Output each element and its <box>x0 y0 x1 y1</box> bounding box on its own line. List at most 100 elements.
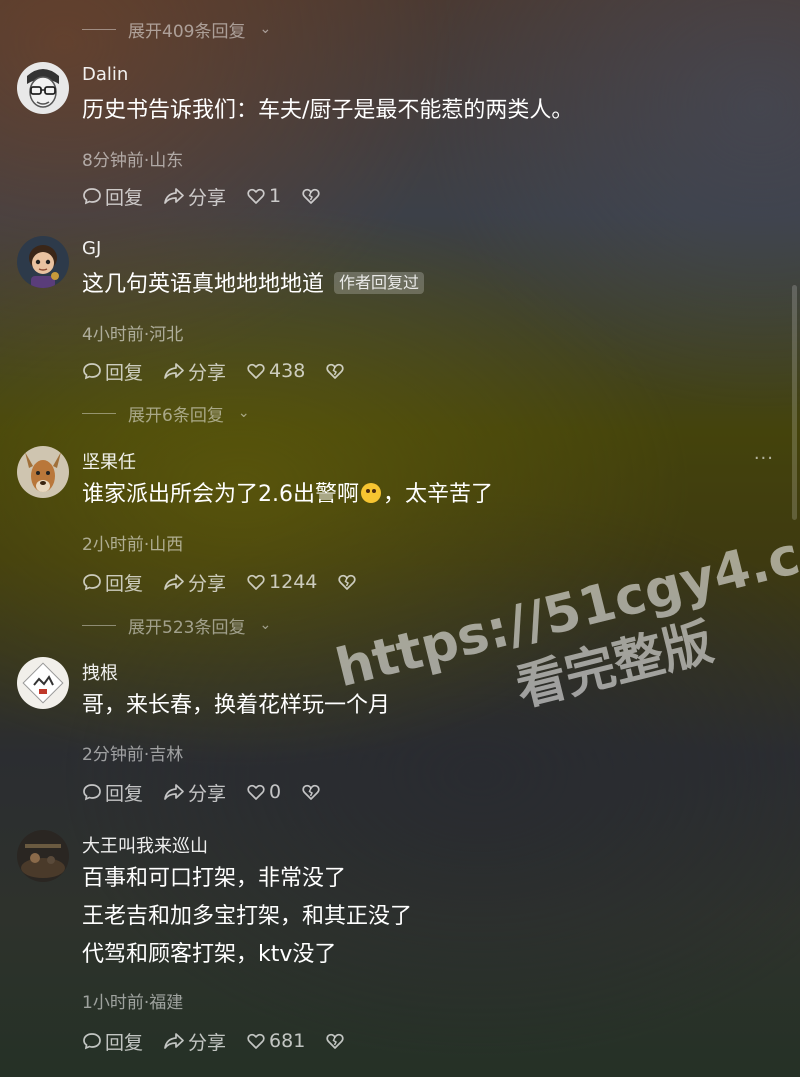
dislike-button[interactable] <box>325 1031 345 1051</box>
scrollbar[interactable] <box>792 285 797 520</box>
avatar-image <box>17 236 69 288</box>
comment-bubble-icon <box>83 363 101 380</box>
dislike-button[interactable] <box>301 782 321 802</box>
comment-text: 谁家派出所会为了2.6出警啊 ，太辛苦了 <box>82 476 493 514</box>
like-count: 1244 <box>269 571 318 593</box>
avatar-image <box>17 446 69 498</box>
comment-actions: 回复 分享 1 <box>82 183 341 209</box>
reply-label: 回复 <box>105 361 144 384</box>
like-button[interactable]: 1 <box>246 185 281 207</box>
heart-outline-icon <box>247 1033 265 1049</box>
author-replied-badge: 作者回复过 <box>334 272 425 294</box>
avatar[interactable] <box>17 236 69 288</box>
comment-meta: 4小时前·河北 <box>82 325 184 345</box>
share-label: 分享 <box>188 361 227 384</box>
avatar[interactable] <box>17 446 69 498</box>
divider-line <box>82 412 116 414</box>
reply-label: 回复 <box>105 572 144 595</box>
avatar-image <box>17 62 69 114</box>
reply-button[interactable]: 回复 <box>82 779 143 806</box>
expand-replies-label: 展开6条回复 <box>128 405 224 426</box>
reply-button[interactable]: 回复 <box>82 569 143 596</box>
comment-bubble-icon <box>83 574 101 591</box>
comment-actions: 回复 分享 1244 <box>82 569 377 595</box>
comment-username[interactable]: 拽根 <box>82 659 118 685</box>
comment-username[interactable]: 坚果任 <box>82 448 136 474</box>
comment-text-line: 王老吉和加多宝打架，和其正没了 <box>82 904 413 929</box>
share-label: 分享 <box>188 186 227 209</box>
like-count: 681 <box>269 1030 306 1052</box>
share-button[interactable]: 分享 <box>163 183 226 210</box>
like-button[interactable]: 438 <box>246 360 305 382</box>
comment-actions: 回复 分享 681 <box>82 1028 365 1054</box>
like-button[interactable]: 0 <box>246 781 281 803</box>
comment-text-line: 代驾和顾客打架，ktv没了 <box>82 942 337 967</box>
like-count: 438 <box>269 360 306 382</box>
like-count: 0 <box>269 781 282 803</box>
comment-username[interactable]: GJ <box>82 238 101 259</box>
share-arrow-icon <box>164 784 184 800</box>
comment-meta: 2分钟前·吉林 <box>82 745 184 765</box>
comment-actions: 回复 分享 0 <box>82 779 341 805</box>
reply-button[interactable]: 回复 <box>82 183 143 210</box>
avatar-image <box>17 657 69 709</box>
expand-replies-row[interactable]: 展开523条回复 ⌄ <box>82 613 272 638</box>
heart-outline-icon <box>247 188 265 204</box>
comment-actions: 回复 分享 438 <box>82 358 365 384</box>
heart-outline-icon <box>247 574 265 590</box>
comment-item: Dalin 历史书告诉我们：车夫/厨子是最不能惹的两类人。 8分钟前·山东 回复… <box>0 62 800 222</box>
reply-button[interactable]: 回复 <box>82 358 143 385</box>
comment-text-part: ，太辛苦了 <box>383 482 494 507</box>
like-button[interactable]: 1244 <box>246 571 317 593</box>
share-button[interactable]: 分享 <box>163 779 226 806</box>
more-dots-icon[interactable]: ··· <box>754 448 774 469</box>
comment-username[interactable]: 大王叫我来巡山 <box>82 832 208 858</box>
reply-button[interactable]: 回复 <box>82 1028 143 1055</box>
comment-text: 历史书告诉我们：车夫/厨子是最不能惹的两类人。 <box>82 92 573 130</box>
broken-heart-icon <box>302 188 320 204</box>
avatar[interactable] <box>17 657 69 709</box>
reply-label: 回复 <box>105 782 144 805</box>
dislike-button[interactable] <box>301 186 321 206</box>
share-arrow-icon <box>164 363 184 379</box>
comment-bubble-icon <box>83 1033 101 1050</box>
like-button[interactable]: 681 <box>246 1030 305 1052</box>
emoji-icon <box>361 483 381 503</box>
comment-bubble-icon <box>83 784 101 801</box>
heart-outline-icon <box>247 363 265 379</box>
share-label: 分享 <box>188 1031 227 1054</box>
dislike-button[interactable] <box>325 361 345 381</box>
comment-text-line: 历史书告诉我们：车夫/厨子是最不能惹的两类人。 <box>82 98 574 123</box>
comment-meta: 1小时前·福建 <box>82 993 184 1013</box>
comment-meta: 8分钟前·山东 <box>82 151 184 171</box>
broken-heart-icon <box>338 574 357 590</box>
comment-meta: 2小时前·山西 <box>82 535 184 555</box>
comment-item: 大王叫我来巡山 百事和可口打架，非常没了 王老吉和加多宝打架，和其正没了 代驾和… <box>0 830 800 1070</box>
divider-line <box>82 28 116 30</box>
avatar-image <box>17 830 69 882</box>
share-button[interactable]: 分享 <box>163 569 226 596</box>
chevron-down-icon: ⌄ <box>259 617 272 633</box>
comment-item: GJ 这几句英语真地地地地道 作者回复过 4小时前·河北 回复 分享 438 <box>0 236 800 396</box>
broken-heart-icon <box>302 784 320 800</box>
comment-text-line: 这几句英语真地地地地道 <box>82 272 325 297</box>
avatar[interactable] <box>17 62 69 114</box>
dislike-button[interactable] <box>337 572 357 592</box>
share-label: 分享 <box>188 782 227 805</box>
expand-replies-row[interactable]: 展开6条回复 ⌄ <box>82 401 250 426</box>
share-arrow-icon <box>164 574 184 590</box>
chevron-down-icon: ⌄ <box>259 21 272 37</box>
expand-replies-label: 展开409条回复 <box>128 21 246 42</box>
broken-heart-icon <box>326 1033 344 1049</box>
like-count: 1 <box>269 185 282 207</box>
comment-username[interactable]: Dalin <box>82 64 128 85</box>
share-button[interactable]: 分享 <box>163 358 226 385</box>
heart-outline-icon <box>247 784 265 800</box>
avatar[interactable] <box>17 830 69 882</box>
share-button[interactable]: 分享 <box>163 1028 226 1055</box>
expand-replies-row[interactable]: 展开409条回复 ⌄ <box>82 17 272 42</box>
share-arrow-icon <box>164 1033 184 1049</box>
reply-label: 回复 <box>105 186 144 209</box>
comment-text-line: 百事和可口打架，非常没了 <box>82 866 347 891</box>
share-arrow-icon <box>164 188 184 204</box>
